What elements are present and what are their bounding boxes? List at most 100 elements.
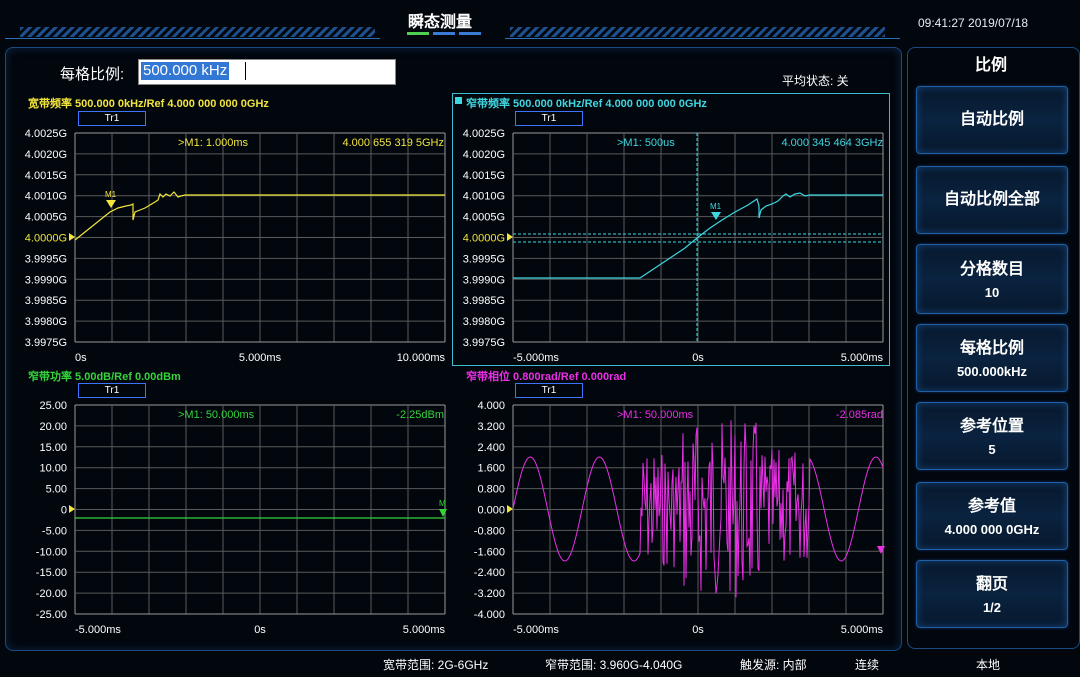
y-tick-label: -10.00 (36, 546, 67, 558)
side-menu-title: 比例 (916, 52, 1066, 80)
narrowband-power-marker-value: -2.25dBm (396, 409, 444, 421)
y-tick-label: 3.9985G (463, 295, 505, 307)
narrowband-power-plot[interactable]: 25.00 20.00 15.00 10.00 5.00 0 -5.00 -10.00 -15.… (36, 400, 447, 636)
y-tick-label: 4.000 (477, 400, 505, 412)
y-tick-label: 4.0025G (463, 128, 505, 140)
y-tick-label: 4.0010G (25, 191, 67, 203)
y-tick-label: 3.9975G (25, 337, 67, 349)
y-tick-label: 3.9985G (25, 295, 67, 307)
plot-canvas: 4.0025G 4.0020G 4.0015G 4.0010G 4.0005G 4.000… (25, 128, 885, 636)
y-tick-label: 0.000 (477, 505, 505, 517)
y-tick-label: 4.0005G (25, 212, 67, 224)
wideband-range-status: 宽带范围: 2G-6GHz (383, 658, 489, 672)
y-tick-label: 25.00 (39, 400, 67, 412)
ref-value-button[interactable]: 参考值 4.000 000 0GHz (916, 482, 1068, 550)
narrowband-power-marker-triangle[interactable] (439, 509, 447, 517)
divisions-value: 10 (984, 285, 1000, 300)
y-tick-label: 4.0000G (25, 233, 67, 245)
y-tick-label: -20.00 (36, 588, 67, 600)
narrowband-phase-marker-readout: >M1: 50.000ms (617, 409, 694, 421)
y-tick-label: 1.600 (477, 463, 505, 475)
narrowband-freq-ref-arrow-icon (507, 233, 513, 241)
narrowband-freq-plot[interactable]: 4.0025G 4.0020G 4.0015G 4.0010G 4.0005G 4.000… (463, 128, 884, 364)
y-tick-label: 3.9975G (463, 337, 505, 349)
x-tick-label: 0s (692, 624, 704, 636)
per-div-label: 每格比例 (959, 340, 1024, 357)
ref-position-label: 参考位置 (959, 418, 1024, 435)
x-tick-label: 5.000ms (239, 352, 282, 364)
x-tick-label: 0s (254, 624, 266, 636)
narrowband-power-marker-label: M (439, 499, 446, 508)
trigger-source-status: 触发源: 内部 (740, 658, 807, 672)
y-tick-label: 3.9980G (25, 316, 67, 328)
side-menu-title-label: 比例 (974, 57, 1007, 74)
narrowband-phase-plot[interactable]: 4.000 3.200 2.400 1.600 0.800 0.000 -0.800 -1.6… (474, 400, 885, 636)
ref-position-button[interactable]: 参考位置 5 (916, 402, 1068, 470)
narrowband-freq-marker-readout: >M1: 500us (617, 137, 675, 149)
auto-scale-button[interactable]: 自动比例 (916, 86, 1068, 154)
y-tick-label: 20.00 (39, 421, 67, 433)
x-tick-label: 5.000ms (841, 352, 884, 364)
page-label: 翻页 (975, 576, 1008, 593)
local-status[interactable]: 本地 (976, 656, 1000, 673)
wideband-marker-label: M1 (105, 190, 117, 199)
wideband-freq-marker-value: 4.000 655 319 5GHz (342, 137, 444, 149)
per-div-button[interactable]: 每格比例 500.000kHz (916, 324, 1068, 392)
y-tick-label: -2.400 (474, 567, 505, 579)
power-ref-arrow-icon (69, 505, 75, 513)
y-tick-label: 4.0020G (25, 149, 67, 161)
wideband-freq-plot[interactable]: 4.0025G 4.0020G 4.0015G 4.0010G 4.0005G 4.000… (25, 128, 446, 364)
auto-scale-all-button[interactable]: 自动比例全部 (916, 166, 1068, 234)
y-tick-label: 3.9995G (463, 253, 505, 265)
y-tick-label: 3.9980G (463, 316, 505, 328)
y-tick-label: 10.00 (39, 463, 67, 475)
y-tick-label: -0.800 (474, 525, 505, 537)
y-tick-label: 3.9995G (25, 253, 67, 265)
y-tick-label: 4.0005G (463, 212, 505, 224)
page-button[interactable]: 翻页 1/2 (916, 560, 1068, 628)
y-tick-label: 3.9990G (463, 274, 505, 286)
y-tick-label: 4.0020G (463, 149, 505, 161)
y-tick-label: 4.0000G (463, 233, 505, 245)
y-tick-label: 4.0010G (463, 191, 505, 203)
narrowband-marker-triangle[interactable] (711, 212, 721, 220)
x-tick-label: 5.000ms (403, 624, 446, 636)
wideband-ref-arrow-icon (69, 233, 75, 241)
y-tick-label: -3.200 (474, 588, 505, 600)
y-tick-label: -15.00 (36, 567, 67, 579)
y-tick-label: -1.600 (474, 546, 505, 558)
y-tick-label: 4.0015G (25, 170, 67, 182)
x-tick-label: 5.000ms (841, 624, 884, 636)
auto-scale-all-label: 自动比例全部 (943, 191, 1040, 208)
narrowband-freq-marker-value: 4.000 345 464 3GHz (781, 137, 883, 149)
y-tick-label: 4.0015G (463, 170, 505, 182)
x-tick-label: -5.000ms (513, 352, 559, 364)
sweep-mode-status[interactable]: 连续 (855, 656, 879, 673)
x-tick-label: 0s (692, 352, 704, 364)
y-tick-label: -25.00 (36, 609, 67, 621)
narrowband-range-status: 窄带范围: 3.960G-4.040G (545, 658, 683, 672)
narrowband-power-marker-readout: >M1: 50.000ms (178, 409, 255, 421)
page-value: 1/2 (982, 600, 1002, 615)
wideband-freq-marker-readout: >M1: 1.000ms (178, 137, 249, 149)
ref-value-value: 4.000 000 0GHz (944, 522, 1040, 537)
divisions-button[interactable]: 分格数目 10 (916, 244, 1068, 314)
x-tick-label: -5.000ms (75, 624, 121, 636)
y-tick-label: 3.200 (477, 421, 505, 433)
narrowband-phase-marker-triangle[interactable] (877, 546, 885, 554)
ref-value-label: 参考值 (967, 498, 1016, 515)
per-div-value: 500.000kHz (956, 364, 1028, 379)
x-tick-label: 0s (75, 352, 87, 364)
narrowband-phase-marker-value: -2.085rad (836, 409, 883, 421)
narrowband-marker-label: M1 (710, 202, 722, 211)
phase-ref-arrow-icon (507, 505, 513, 513)
datetime-readout: 09:41:27 2019/07/18 (918, 16, 1029, 30)
y-tick-label: 3.9990G (25, 274, 67, 286)
x-tick-label: 10.000ms (397, 352, 446, 364)
ref-position-value: 5 (988, 442, 996, 457)
divisions-label: 分格数目 (959, 261, 1024, 278)
x-tick-label: -5.000ms (513, 624, 559, 636)
y-tick-label: -5.00 (42, 525, 67, 537)
y-tick-label: 2.400 (477, 442, 505, 454)
wideband-marker-triangle[interactable] (106, 200, 116, 208)
